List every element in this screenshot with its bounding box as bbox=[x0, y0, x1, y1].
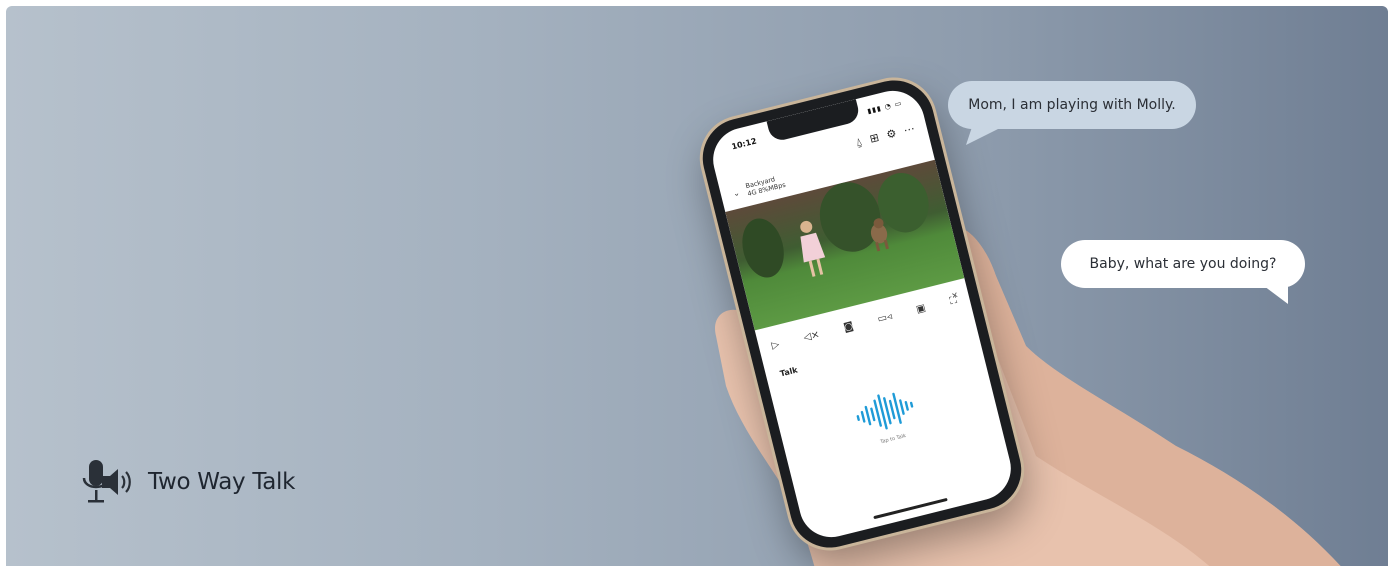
chevron-down-icon[interactable]: ⌄ bbox=[732, 188, 741, 198]
more-icon[interactable]: ⋯ bbox=[902, 122, 916, 138]
status-time: 10:12 bbox=[730, 136, 758, 152]
alarm-icon[interactable]: ⍙ bbox=[854, 135, 864, 150]
home-indicator bbox=[873, 497, 948, 520]
phone-notch bbox=[766, 99, 862, 143]
app-toolbar: ⍙ ⊞ ⚙ ⋯ bbox=[854, 122, 916, 150]
microphone-speaker-icon bbox=[82, 460, 131, 503]
quality-icon[interactable]: ▣ bbox=[915, 302, 927, 315]
camera-title[interactable]: Backyard 4G 8%MBps bbox=[745, 173, 787, 198]
parent-speech-bubble: Baby, what are you doing? bbox=[1061, 240, 1305, 288]
camera-snapshot-icon[interactable]: ◙ bbox=[842, 320, 854, 333]
tree-shape bbox=[736, 214, 790, 282]
play-icon[interactable]: ▷ bbox=[770, 339, 780, 352]
grid-icon[interactable]: ⊞ bbox=[868, 131, 880, 147]
mute-icon[interactable]: ◁× bbox=[802, 329, 820, 344]
status-icons: ▮▮▮ ◔ ▭ bbox=[866, 99, 904, 116]
feature-title: Two Way Talk bbox=[148, 469, 296, 495]
voice-waveform-icon[interactable] bbox=[850, 384, 922, 438]
child-speech-bubble: Mom, I am playing with Molly. bbox=[948, 81, 1196, 129]
hero-banner: 10:12 ▮▮▮ ◔ ▭ ⍙ ⊞ ⚙ ⋯ ⌄ Backyard 4G 8%MB… bbox=[6, 6, 1388, 566]
record-icon[interactable]: ▭◃ bbox=[876, 311, 893, 325]
feature-label-group: Two Way Talk bbox=[80, 458, 295, 506]
gear-icon[interactable]: ⚙ bbox=[885, 127, 898, 143]
talk-label: Talk bbox=[779, 365, 799, 379]
